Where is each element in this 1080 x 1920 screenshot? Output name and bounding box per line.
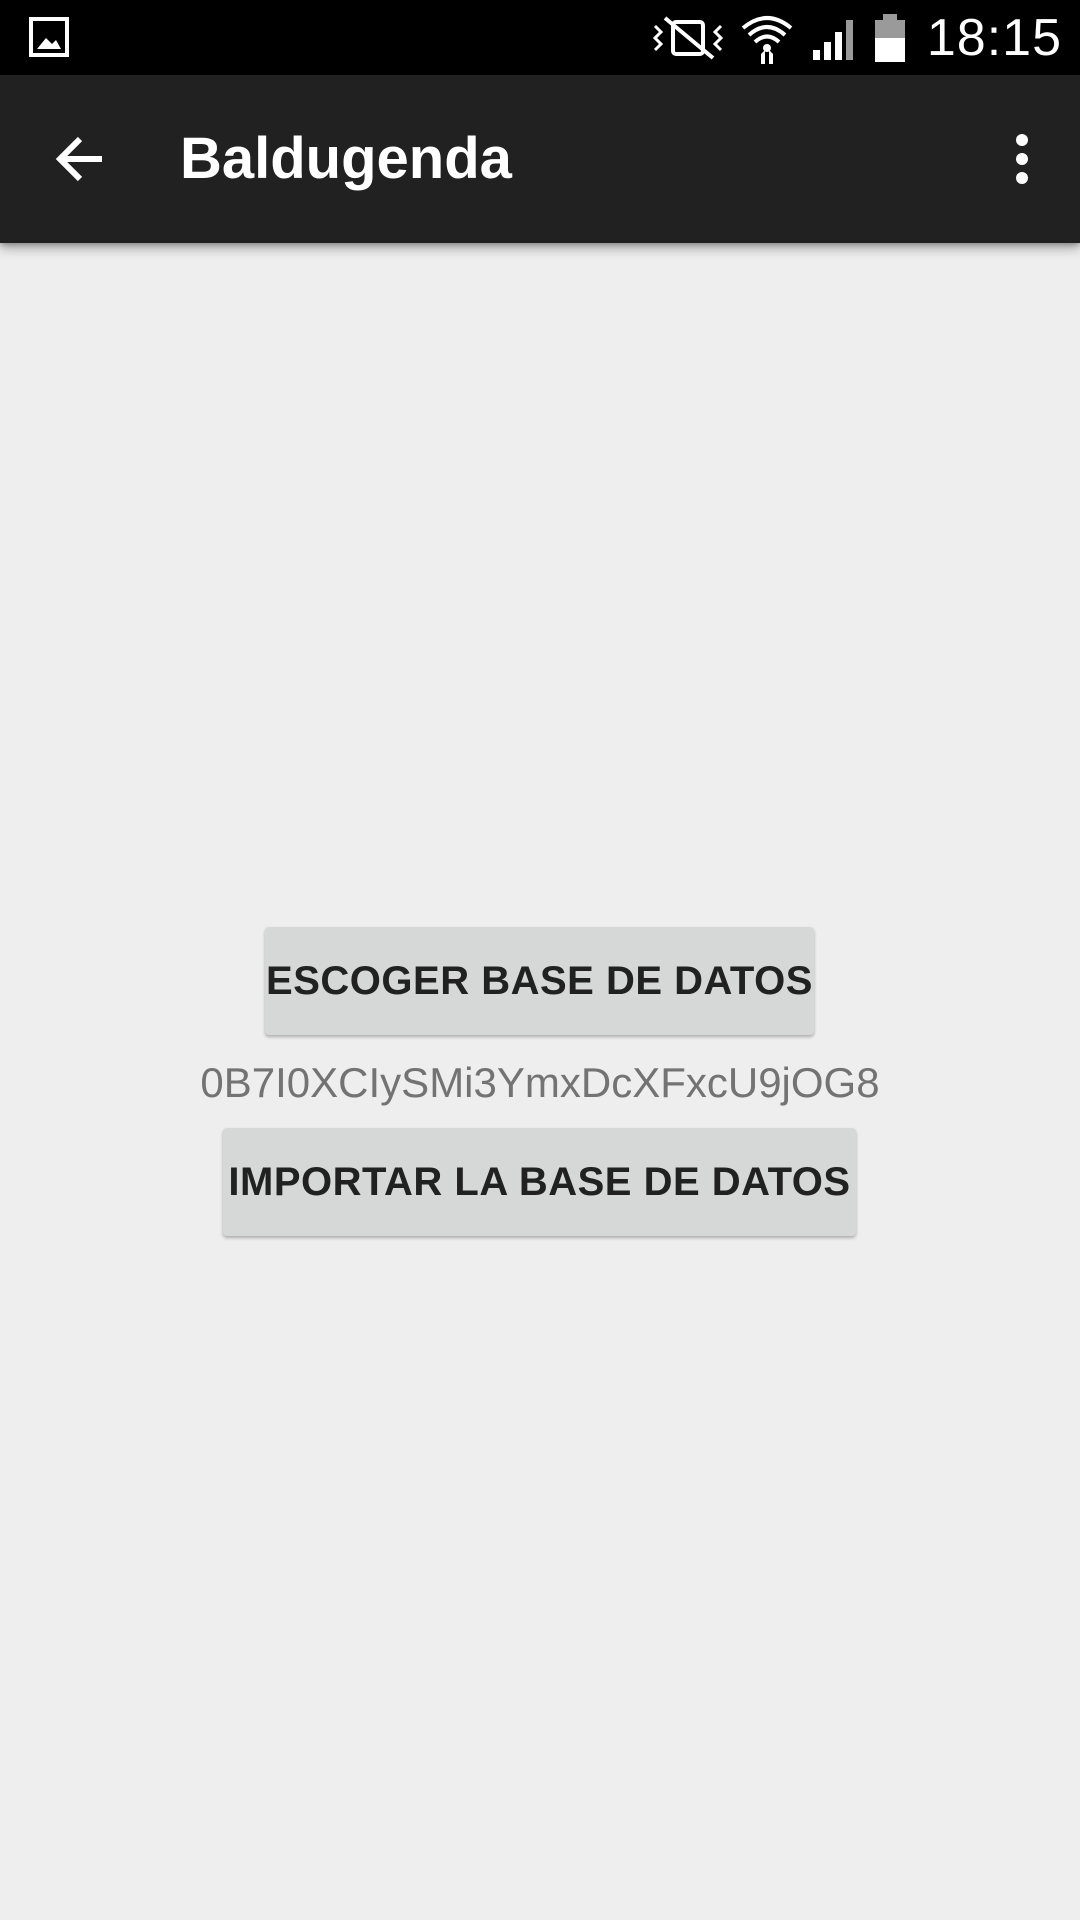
overflow-menu-button[interactable] <box>992 119 1052 199</box>
wifi-icon <box>741 15 793 64</box>
screen: 18:15 Baldugenda ESCOGER BASE DE DATOS 0… <box>0 0 1080 1920</box>
cell-signal-icon <box>812 19 853 60</box>
status-clock: 18:15 <box>926 8 1062 67</box>
choose-database-button[interactable]: ESCOGER BASE DE DATOS <box>265 927 814 1035</box>
more-vert-icon <box>1016 134 1028 184</box>
status-icons: 18:15 <box>651 0 1062 75</box>
battery-icon <box>874 13 905 62</box>
status-bar: 18:15 <box>0 0 1080 75</box>
back-button[interactable] <box>40 119 120 199</box>
import-database-button[interactable]: IMPORTAR LA BASE DE DATOS <box>223 1128 856 1236</box>
app-toolbar: Baldugenda <box>0 75 1080 243</box>
vibrate-off-icon <box>652 15 723 60</box>
main-content: ESCOGER BASE DE DATOS 0B7I0XCIySMi3YmxDc… <box>0 243 1080 1920</box>
database-id-text: 0B7I0XCIySMi3YmxDcXFxcU9jOG8 <box>200 1059 880 1106</box>
page-title: Baldugenda <box>180 126 512 191</box>
arrow-left-icon <box>55 136 102 182</box>
gallery-notification-icon <box>28 16 70 58</box>
